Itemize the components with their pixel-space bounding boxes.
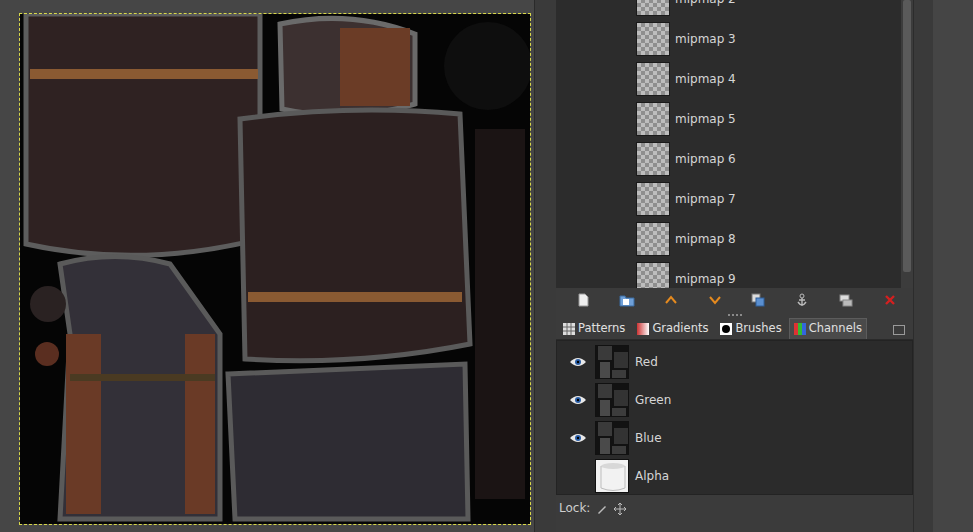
channels-icon <box>794 323 806 335</box>
raise-layer-icon[interactable] <box>660 289 682 311</box>
canvas-scrollbar[interactable] <box>534 0 556 532</box>
tab-menu-icon[interactable] <box>893 325 905 335</box>
brushes-icon <box>720 323 732 335</box>
layers-panel: mipmap 2 mipmap 3 mipmap 4 mipmap 5 mipmap 6… <box>556 0 913 288</box>
channel-row[interactable]: Alpha <box>557 457 912 495</box>
layer-thumbnail <box>636 262 670 288</box>
layer-row[interactable]: mipmap 5 <box>556 99 901 139</box>
layer-thumbnail <box>636 0 670 16</box>
merge-down-icon[interactable] <box>835 289 857 311</box>
layer-row[interactable]: mipmap 3 <box>556 19 901 59</box>
layer-toolbar <box>556 288 913 312</box>
new-group-icon[interactable] <box>616 289 638 311</box>
eye-icon <box>569 356 587 368</box>
layer-row[interactable]: mipmap 6 <box>556 139 901 179</box>
layer-name: mipmap 4 <box>675 70 736 88</box>
lock-label: Lock: <box>559 499 590 517</box>
anchor-icon[interactable] <box>791 289 813 311</box>
duplicate-layer-icon[interactable] <box>747 289 769 311</box>
gimp-window: mipmap 2 mipmap 3 mipmap 4 mipmap 5 mipmap 6… <box>0 0 973 532</box>
dock-panel: mipmap 2 mipmap 3 mipmap 4 mipmap 5 mipmap 6… <box>556 0 913 532</box>
layer-name: mipmap 6 <box>675 150 736 168</box>
layer-list: mipmap 2 mipmap 3 mipmap 4 mipmap 5 mipmap 6… <box>556 0 901 288</box>
channel-name: Red <box>635 353 658 371</box>
tab-label: Patterns <box>578 320 625 337</box>
delete-layer-icon[interactable] <box>879 289 901 311</box>
layer-row[interactable]: mipmap 8 <box>556 219 901 259</box>
layer-row[interactable]: mipmap 9 <box>556 259 901 288</box>
layer-thumbnail <box>636 142 670 176</box>
scroll-thumb[interactable] <box>903 0 911 272</box>
eye-icon <box>569 394 587 406</box>
channel-name: Alpha <box>635 467 669 485</box>
texture-picture <box>20 14 530 524</box>
right-margin <box>913 0 973 532</box>
new-layer-icon[interactable] <box>572 289 594 311</box>
layer-name: mipmap 7 <box>675 190 736 208</box>
tab-label: Channels <box>809 320 862 337</box>
texture-image[interactable] <box>20 14 530 524</box>
tab-label: Brushes <box>735 320 781 337</box>
dock-tab[interactable]: Brushes <box>715 318 786 339</box>
channel-row[interactable]: Green <box>557 381 912 419</box>
layer-thumbnail <box>636 182 670 216</box>
visibility-toggle[interactable] <box>567 392 589 408</box>
dock-scrollbar[interactable] <box>913 0 933 532</box>
channel-name: Green <box>635 391 671 409</box>
layer-thumbnail <box>636 62 670 96</box>
channel-thumbnail <box>595 421 629 455</box>
layer-row[interactable]: mipmap 4 <box>556 59 901 99</box>
dock-tabs: Patterns Gradients Brushes Channels <box>556 318 913 340</box>
layer-thumbnail <box>636 22 670 56</box>
channel-list: Red Green Blue Alpha <box>556 340 913 495</box>
visibility-toggle[interactable] <box>567 468 589 484</box>
dock-tab[interactable]: Patterns <box>558 318 630 339</box>
channel-row[interactable]: Blue <box>557 419 912 457</box>
layer-name: mipmap 9 <box>675 270 736 288</box>
layer-name: mipmap 8 <box>675 230 736 248</box>
layer-name: mipmap 5 <box>675 110 736 128</box>
channel-row[interactable]: Red <box>557 343 912 381</box>
patterns-icon <box>563 323 575 335</box>
lock-pixels-icon[interactable] <box>596 499 608 517</box>
channel-thumbnail <box>595 345 629 379</box>
layers-scrollbar[interactable] <box>901 0 913 288</box>
channel-thumbnail <box>595 383 629 417</box>
lock-row: Lock: <box>556 495 913 521</box>
dock-tab[interactable]: Channels <box>789 318 867 339</box>
dock-tab[interactable]: Gradients <box>632 318 713 339</box>
eye-icon <box>569 432 587 444</box>
layer-name: mipmap 3 <box>675 30 736 48</box>
channel-name: Blue <box>635 429 662 447</box>
layer-thumbnail <box>636 102 670 136</box>
tab-label: Gradients <box>652 320 708 337</box>
canvas-area[interactable] <box>0 0 534 532</box>
lower-layer-icon[interactable] <box>704 289 726 311</box>
visibility-toggle[interactable] <box>567 354 589 370</box>
gradients-icon <box>637 323 649 335</box>
layer-row[interactable]: mipmap 7 <box>556 179 901 219</box>
channel-thumbnail <box>595 459 629 493</box>
layer-thumbnail <box>636 222 670 256</box>
layer-name: mipmap 2 <box>675 0 736 8</box>
layer-row[interactable]: mipmap 2 <box>556 0 901 19</box>
lock-position-icon[interactable] <box>614 499 626 517</box>
visibility-toggle[interactable] <box>567 430 589 446</box>
